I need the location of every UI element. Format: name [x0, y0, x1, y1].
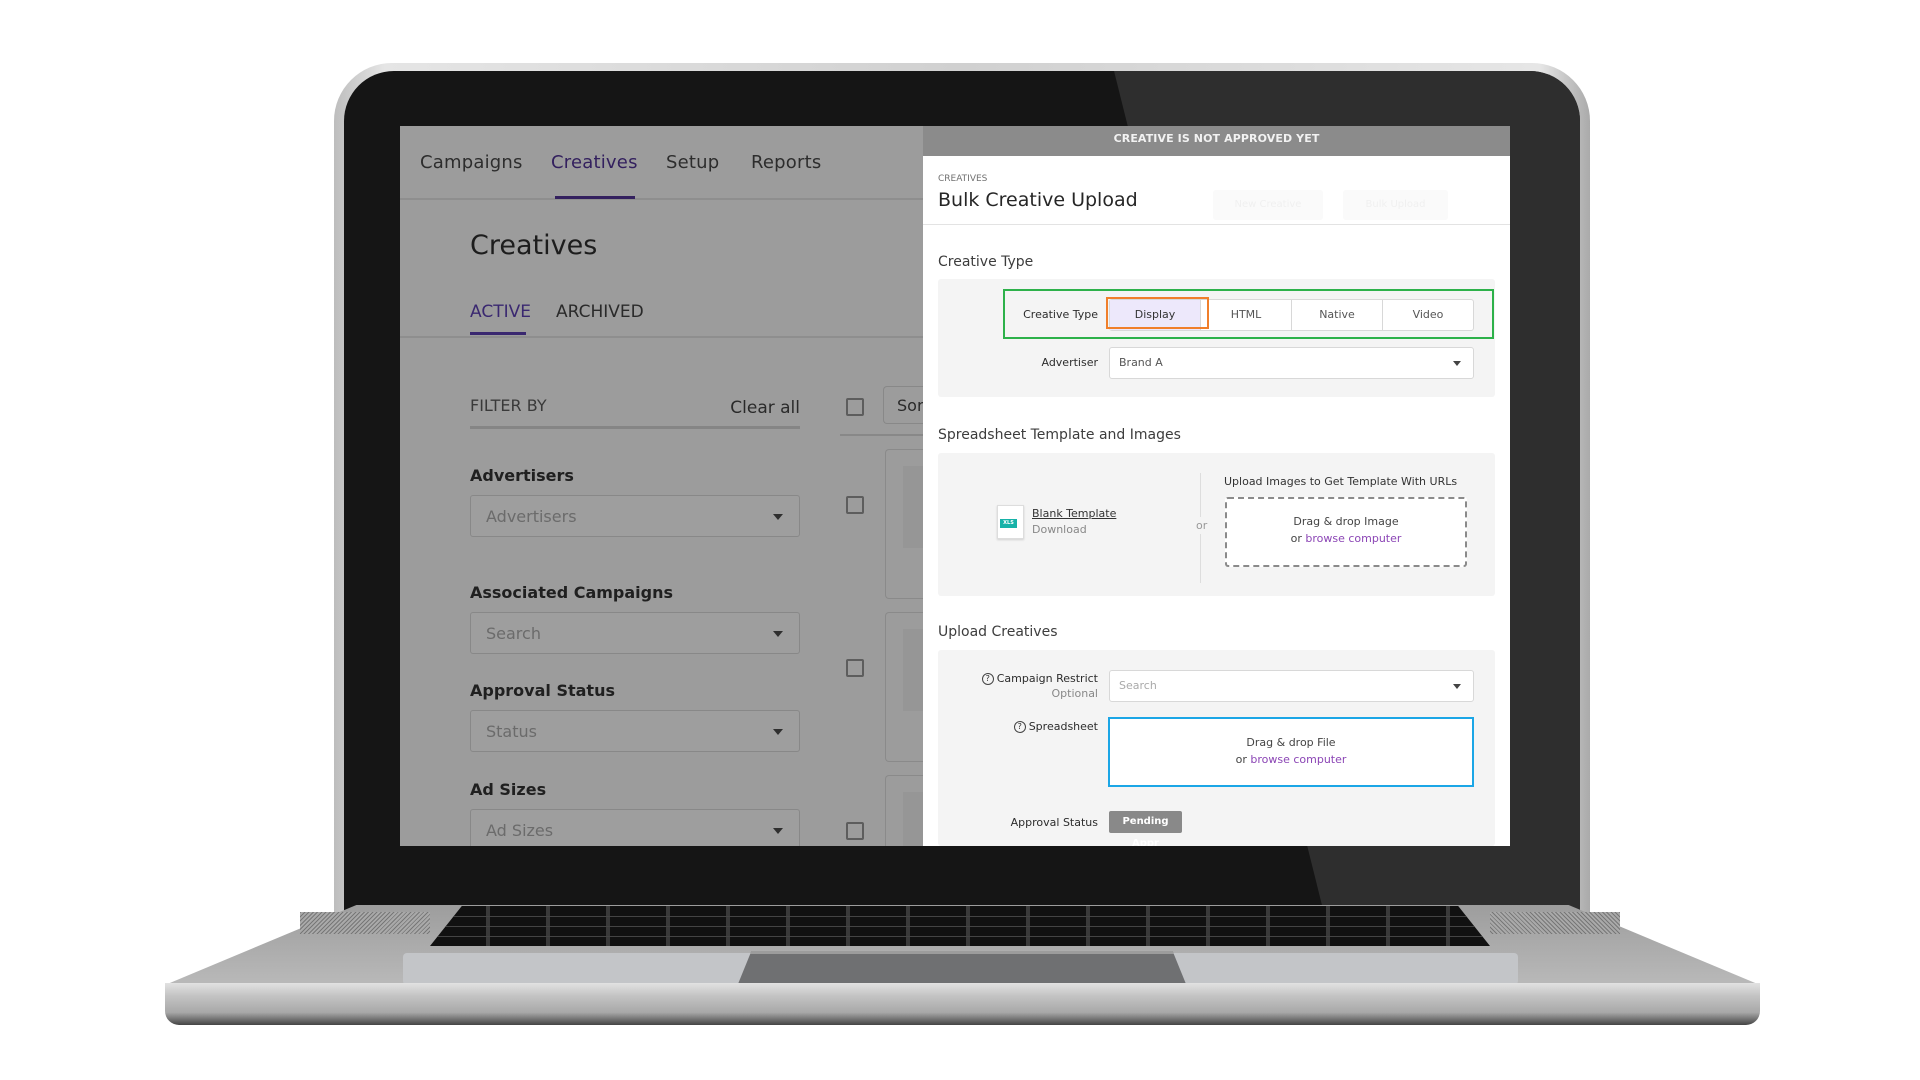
- speaker-grille-right: [1490, 912, 1620, 934]
- filter-campaigns-label: Associated Campaigns: [470, 583, 674, 602]
- caret-down-icon: [773, 514, 783, 520]
- caret-down-icon: [773, 631, 783, 637]
- filter-approval-placeholder: Status: [486, 722, 537, 741]
- image-browse-line: or browse computer: [1227, 532, 1465, 545]
- image-drop-text: Drag & drop Image: [1293, 515, 1399, 528]
- browse-computer-link[interactable]: browse computer: [1305, 532, 1401, 545]
- row-checkbox[interactable]: [846, 496, 864, 514]
- keyboard-row-divider: [430, 916, 1490, 917]
- row-checkbox[interactable]: [846, 659, 864, 677]
- file-browse-line: or browse computer: [1110, 753, 1472, 766]
- campaign-restrict-label: ? Campaign Restrict: [958, 672, 1098, 685]
- spreadsheet-label: ? Spreadsheet: [958, 720, 1098, 733]
- creative-type-section-title: Creative Type: [938, 254, 1034, 270]
- caret-down-icon: [1453, 361, 1461, 366]
- tab-active-indicator: [470, 332, 526, 335]
- campaign-restrict-select[interactable]: Search: [1109, 670, 1474, 702]
- select-all-checkbox[interactable]: [846, 398, 864, 416]
- nav-reports[interactable]: Reports: [751, 152, 821, 173]
- speaker-grille-left: [300, 912, 430, 934]
- spreadsheet-dropzone[interactable]: Drag & drop File or browse computer: [1108, 717, 1474, 787]
- advertiser-select[interactable]: Brand A: [1109, 347, 1474, 379]
- keyboard-row-divider: [430, 926, 1490, 927]
- bulk-upload-modal: CREATIVE IS NOT APPROVED YET CREATIVES B…: [923, 126, 1510, 846]
- help-icon[interactable]: ?: [1013, 721, 1026, 733]
- approval-banner: CREATIVE IS NOT APPROVED YET: [923, 126, 1510, 156]
- nav-campaigns[interactable]: Campaigns: [420, 152, 523, 173]
- upload-panel: ? Campaign Restrict Optional Search ? Spre…: [938, 650, 1495, 846]
- caret-down-icon: [1453, 684, 1461, 689]
- or-separator: or: [1196, 517, 1208, 534]
- laptop-keyboard: [430, 906, 1490, 946]
- upload-section-title: Upload Creatives: [938, 624, 1058, 640]
- row-checkbox[interactable]: [846, 822, 864, 840]
- optional-note: Optional: [1051, 687, 1098, 700]
- filter-by-label: FILTER BY: [470, 396, 547, 415]
- filter-advertisers-label: Advertisers: [470, 466, 574, 485]
- filter-approval-label: Approval Status: [470, 681, 615, 700]
- upload-images-title: Upload Images to Get Template With URLs: [1224, 475, 1458, 488]
- approval-status-badge: Pending Appr: [1109, 811, 1182, 846]
- caret-down-icon: [773, 729, 783, 735]
- help-icon[interactable]: ?: [981, 673, 994, 685]
- image-dropzone[interactable]: Drag & drop Image or browse computer: [1225, 497, 1467, 567]
- filter-adsizes-placeholder: Ad Sizes: [486, 821, 554, 840]
- advertiser-value: Brand A: [1119, 356, 1163, 369]
- creative-type-panel: Creative Type Display HTML Native Video …: [938, 279, 1495, 397]
- campaign-restrict-text: Campaign Restrict: [996, 672, 1098, 685]
- filter-advertisers-placeholder: Advertisers: [486, 507, 577, 526]
- xls-badge: XLS: [1000, 519, 1017, 528]
- xls-file-icon: XLS: [997, 505, 1024, 539]
- blank-template-link[interactable]: Blank Template: [1032, 507, 1116, 520]
- template-panel: XLS Blank Template Download or Upload Im…: [938, 453, 1495, 596]
- laptop-base-front: [165, 983, 1760, 1025]
- download-label[interactable]: Download: [1032, 523, 1087, 536]
- or-prefix: or: [1235, 753, 1247, 766]
- laptop-screen: Campaigns Creatives Setup Reports Creati…: [400, 126, 1510, 846]
- tab-archived[interactable]: ARCHIVED: [556, 302, 644, 322]
- page-title: Creatives: [470, 230, 598, 261]
- highlight-box-orange: [1106, 297, 1209, 329]
- tab-active[interactable]: ACTIVE: [470, 302, 531, 322]
- template-section-title: Spreadsheet Template and Images: [938, 427, 1181, 443]
- ghost-bulk-upload-button: Bulk Upload: [1343, 190, 1448, 220]
- keyboard-row-divider: [430, 936, 1490, 937]
- filter-campaigns-select[interactable]: Search: [470, 612, 800, 654]
- breadcrumb[interactable]: CREATIVES: [938, 174, 987, 184]
- nav-creatives[interactable]: Creatives: [551, 152, 638, 173]
- filter-adsizes-select[interactable]: Ad Sizes: [470, 809, 800, 846]
- spreadsheet-text: Spreadsheet: [1028, 720, 1098, 733]
- ghost-new-creative-button: New Creative: [1213, 190, 1323, 220]
- laptop-trackpad: [738, 951, 1186, 984]
- or-prefix: or: [1290, 532, 1302, 545]
- nav-setup[interactable]: Setup: [666, 152, 719, 173]
- filter-header: FILTER BY Clear all: [470, 396, 800, 429]
- filter-adsizes-label: Ad Sizes: [470, 780, 547, 799]
- advertiser-label: Advertiser: [1041, 356, 1098, 369]
- nav-active-indicator: [555, 196, 635, 199]
- caret-down-icon: [773, 828, 783, 834]
- filter-campaigns-placeholder: Search: [486, 624, 541, 643]
- highlight-box-green: [1003, 289, 1494, 339]
- modal-title: Bulk Creative Upload: [938, 189, 1138, 211]
- filter-approval-select[interactable]: Status: [470, 710, 800, 752]
- file-drop-text: Drag & drop File: [1246, 736, 1336, 749]
- browse-computer-link[interactable]: browse computer: [1250, 753, 1346, 766]
- clear-all-button[interactable]: Clear all: [730, 398, 800, 418]
- campaign-restrict-placeholder: Search: [1119, 679, 1157, 692]
- filter-advertisers-select[interactable]: Advertisers: [470, 495, 800, 537]
- modal-header: CREATIVES Bulk Creative Upload New Creat…: [923, 156, 1510, 225]
- approval-status-label: Approval Status: [1010, 816, 1098, 829]
